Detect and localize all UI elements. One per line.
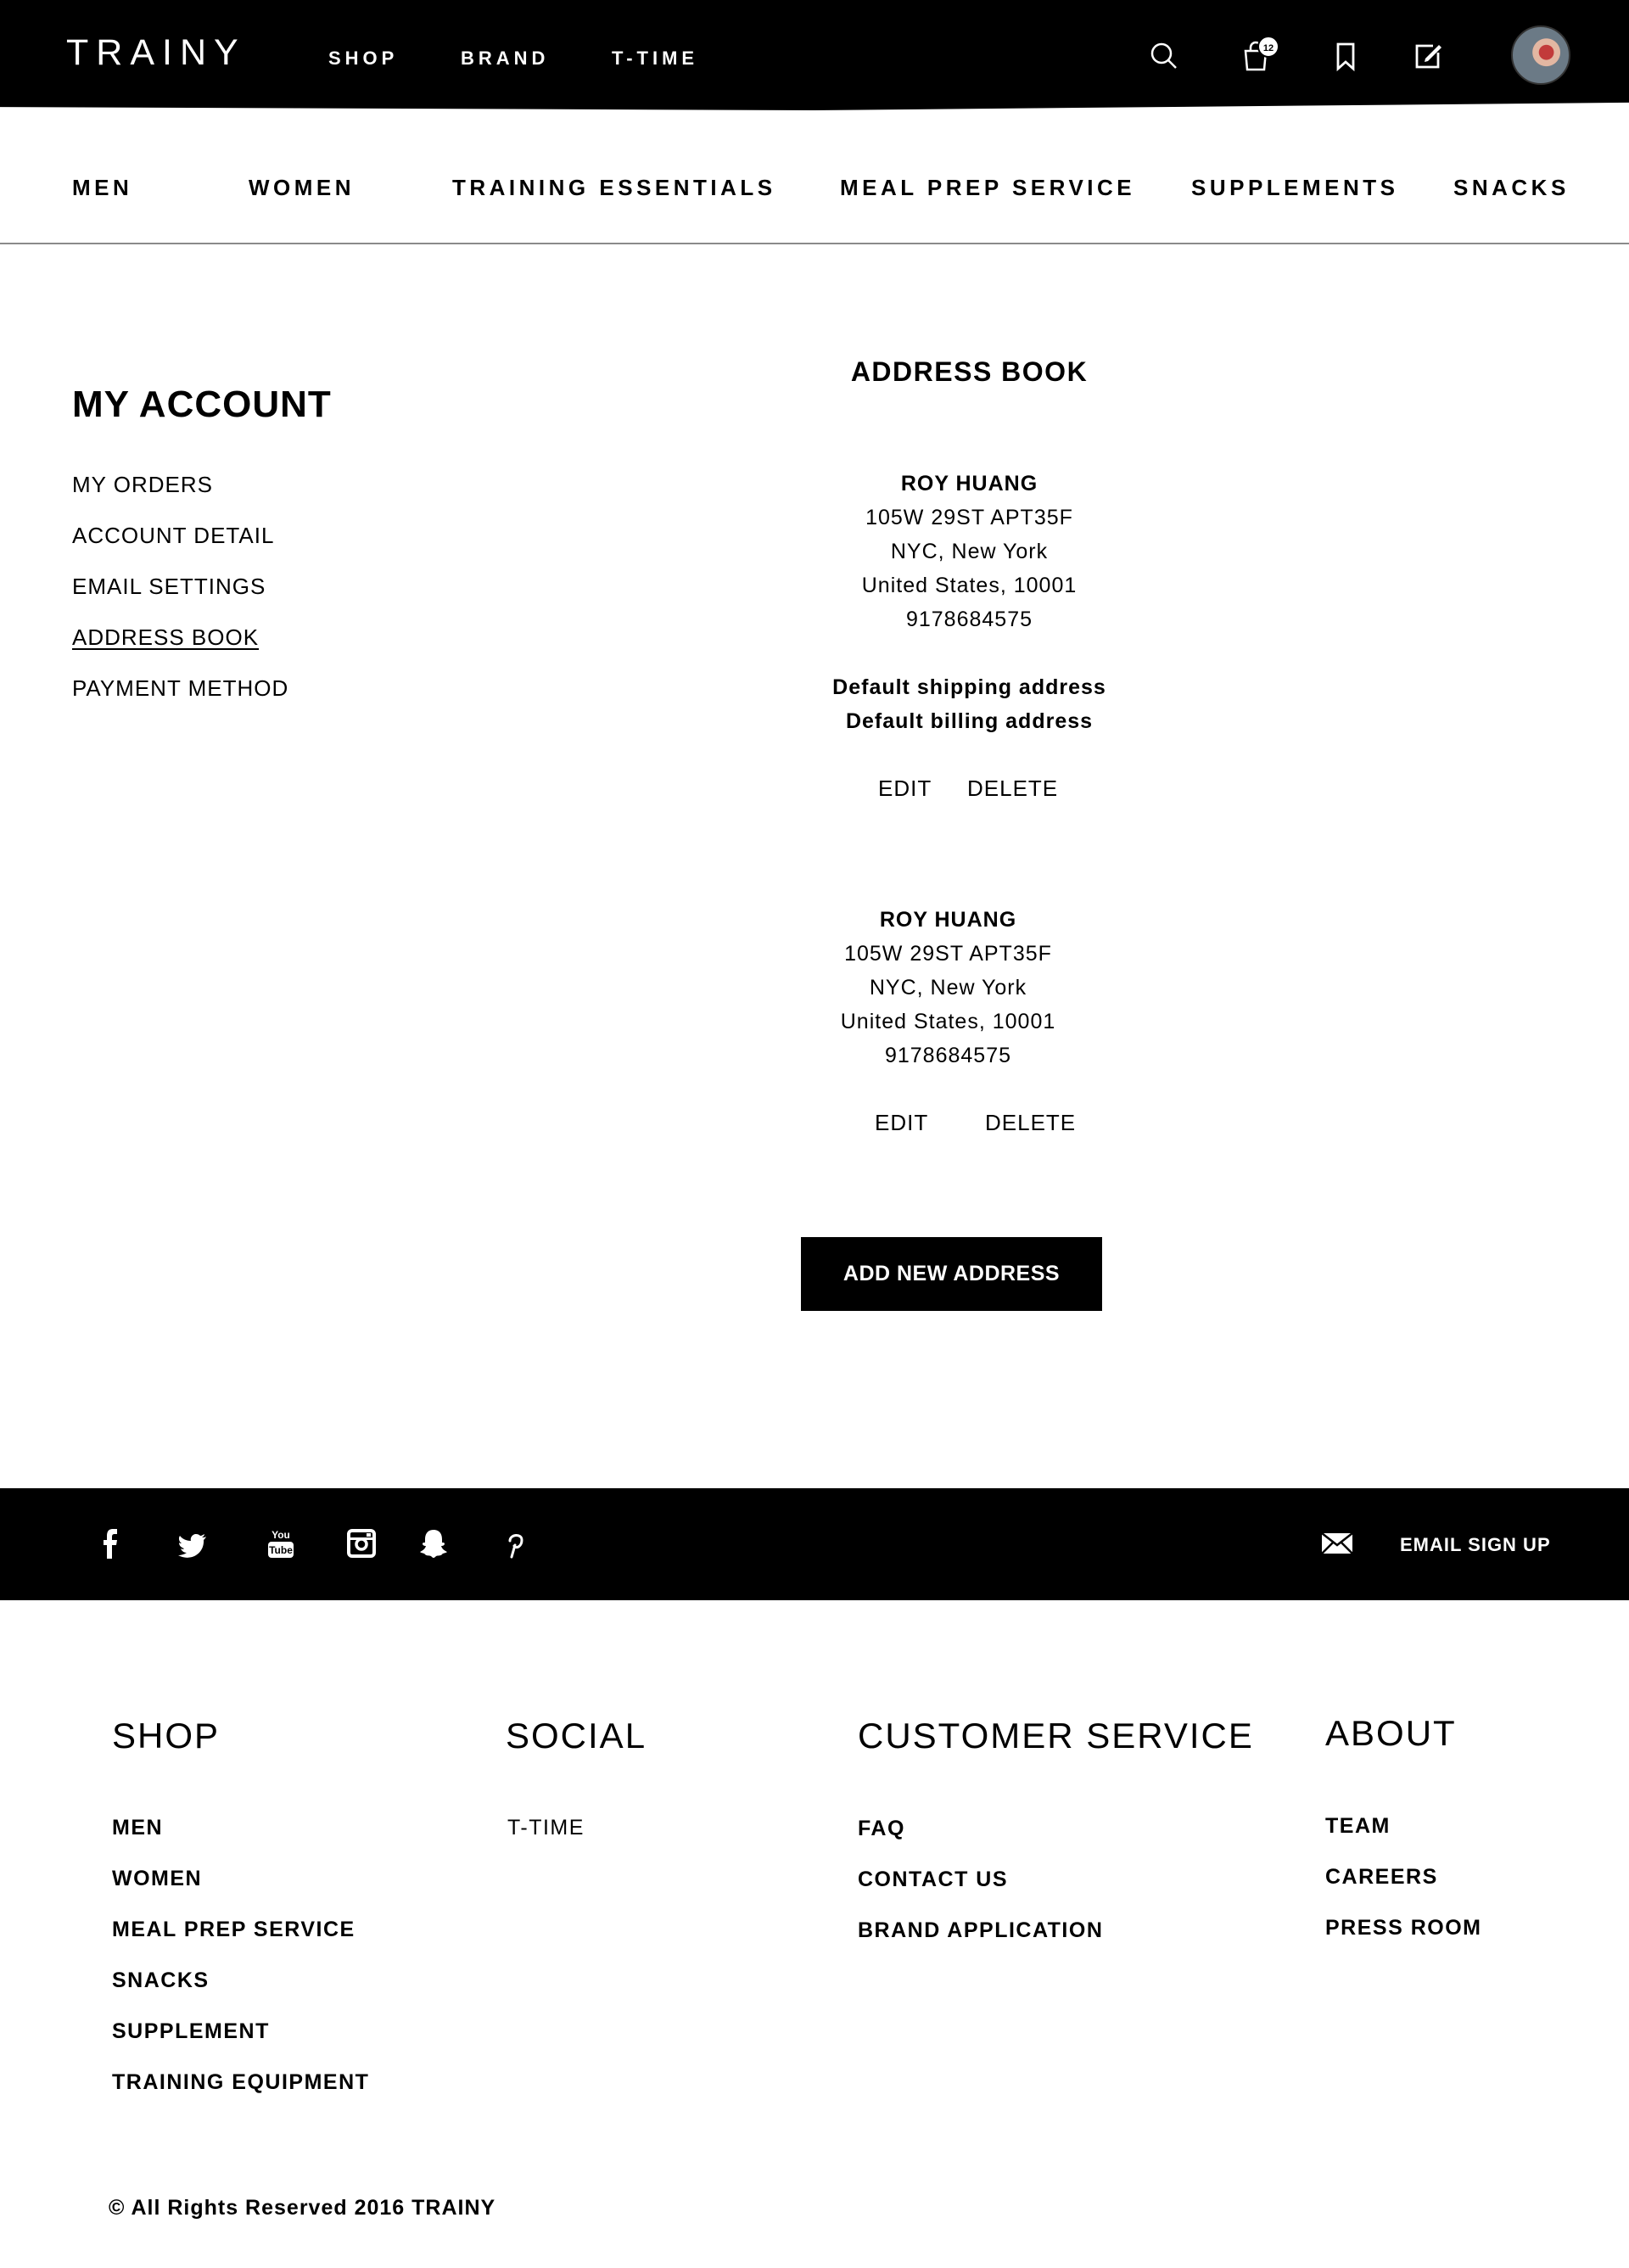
address-line2: NYC, New York [869, 976, 1027, 1000]
category-snacks[interactable]: SNACKS [1453, 175, 1570, 201]
email-signup-link[interactable]: EMAIL SIGN UP [1400, 1534, 1551, 1556]
svg-text:You: You [272, 1529, 290, 1541]
cart-count-badge: 12 [1257, 36, 1279, 58]
footer-link-men[interactable]: MEN [112, 1816, 163, 1840]
address-book-title: ADDRESS BOOK [850, 356, 1089, 387]
delete-address-button[interactable]: DELETE [967, 776, 1058, 802]
address-card: ROY HUANG 105W 29ST APT35F NYC, New York… [814, 467, 1124, 738]
cart-icon[interactable]: 12 [1239, 36, 1279, 73]
sidebar-item-my-orders[interactable]: MY ORDERS [72, 472, 213, 498]
instagram-icon[interactable] [344, 1526, 378, 1560]
address-line2: NYC, New York [890, 540, 1049, 563]
delete-address-button[interactable]: DELETE [985, 1110, 1076, 1136]
copyright: © All Rights Reserved 2016 TRAINY [109, 2196, 496, 2220]
edit-icon[interactable] [1411, 39, 1445, 73]
category-meal-prep-service[interactable]: MEAL PREP SERVICE [840, 175, 1135, 201]
facebook-icon[interactable] [93, 1526, 127, 1560]
pinterest-icon[interactable] [497, 1526, 531, 1560]
avatar[interactable] [1511, 25, 1570, 85]
footer-link-t-time[interactable]: T-TIME [507, 1816, 585, 1840]
footer-title-customer-service: CUSTOMER SERVICE [858, 1716, 1254, 1756]
sidebar-item-payment-method[interactable]: PAYMENT METHOD [72, 675, 288, 702]
social-bar: You Tube EMAIL SIGN UP [0, 1488, 1629, 1600]
footer-title-about: ABOUT [1325, 1713, 1457, 1753]
nav-t-time[interactable]: T-TIME [612, 48, 698, 70]
mail-icon[interactable] [1321, 1531, 1353, 1556]
account-title: MY ACCOUNT [72, 384, 332, 425]
footer-link-careers[interactable]: CAREERS [1325, 1865, 1438, 1890]
footer-link-brand-application[interactable]: BRAND APPLICATION [858, 1918, 1103, 1943]
snapchat-icon[interactable] [417, 1526, 451, 1560]
default-billing-label: Default billing address [845, 709, 1094, 733]
address-name: ROY HUANG [900, 472, 1038, 496]
address-name: ROY HUANG [879, 908, 1017, 932]
address-card: ROY HUANG 105W 29ST APT35F NYC, New York… [814, 903, 1082, 1072]
footer-link-supplement[interactable]: SUPPLEMENT [112, 2019, 270, 2044]
address-phone: 9178684575 [884, 1044, 1012, 1067]
nav-brand[interactable]: BRAND [461, 48, 549, 70]
search-icon[interactable] [1147, 39, 1181, 73]
nav-shop[interactable]: SHOP [328, 48, 398, 70]
footer-link-meal-prep-service[interactable]: MEAL PREP SERVICE [112, 1918, 355, 1942]
bookmark-icon[interactable] [1329, 39, 1363, 73]
category-training-essentials[interactable]: TRAINING ESSENTIALS [452, 175, 776, 201]
footer-title-social: SOCIAL [506, 1716, 647, 1756]
category-nav: MEN WOMEN TRAINING ESSENTIALS MEAL PREP … [0, 110, 1629, 244]
add-new-address-button[interactable]: ADD NEW ADDRESS [801, 1237, 1102, 1311]
twitter-icon[interactable] [176, 1526, 210, 1560]
sidebar-item-email-settings[interactable]: EMAIL SETTINGS [72, 574, 266, 600]
footer-link-women[interactable]: WOMEN [112, 1867, 202, 1891]
address-line1: 105W 29ST APT35F [844, 942, 1052, 966]
logo[interactable]: TRAINY [66, 32, 246, 74]
address-line1: 105W 29ST APT35F [865, 506, 1073, 529]
svg-text:Tube: Tube [269, 1544, 293, 1556]
footer-link-contact-us[interactable]: CONTACT US [858, 1868, 1008, 1892]
edit-address-button[interactable]: EDIT [875, 1110, 928, 1136]
footer-link-snacks[interactable]: SNACKS [112, 1968, 210, 1993]
address-line3: United States, 10001 [840, 1010, 1056, 1033]
footer-link-team[interactable]: TEAM [1325, 1814, 1391, 1839]
address-phone: 9178684575 [905, 608, 1033, 631]
category-women[interactable]: WOMEN [249, 175, 355, 201]
footer-link-training-equipment[interactable]: TRAINING EQUIPMENT [112, 2070, 369, 2095]
top-header: TRAINY SHOP BRAND T-TIME 12 [0, 0, 1629, 110]
footer-link-press-room[interactable]: PRESS ROOM [1325, 1916, 1481, 1940]
address-line3: United States, 10001 [861, 574, 1078, 597]
sidebar-item-address-book[interactable]: ADDRESS BOOK [72, 624, 259, 651]
edit-address-button[interactable]: EDIT [878, 776, 932, 802]
category-supplements[interactable]: SUPPLEMENTS [1191, 175, 1399, 201]
default-shipping-label: Default shipping address [832, 675, 1106, 699]
youtube-icon[interactable]: You Tube [264, 1526, 298, 1560]
sidebar-item-account-detail[interactable]: ACCOUNT DETAIL [72, 523, 274, 549]
footer-link-faq[interactable]: FAQ [858, 1817, 905, 1841]
category-men[interactable]: MEN [72, 175, 132, 201]
footer-title-shop: SHOP [112, 1716, 221, 1756]
